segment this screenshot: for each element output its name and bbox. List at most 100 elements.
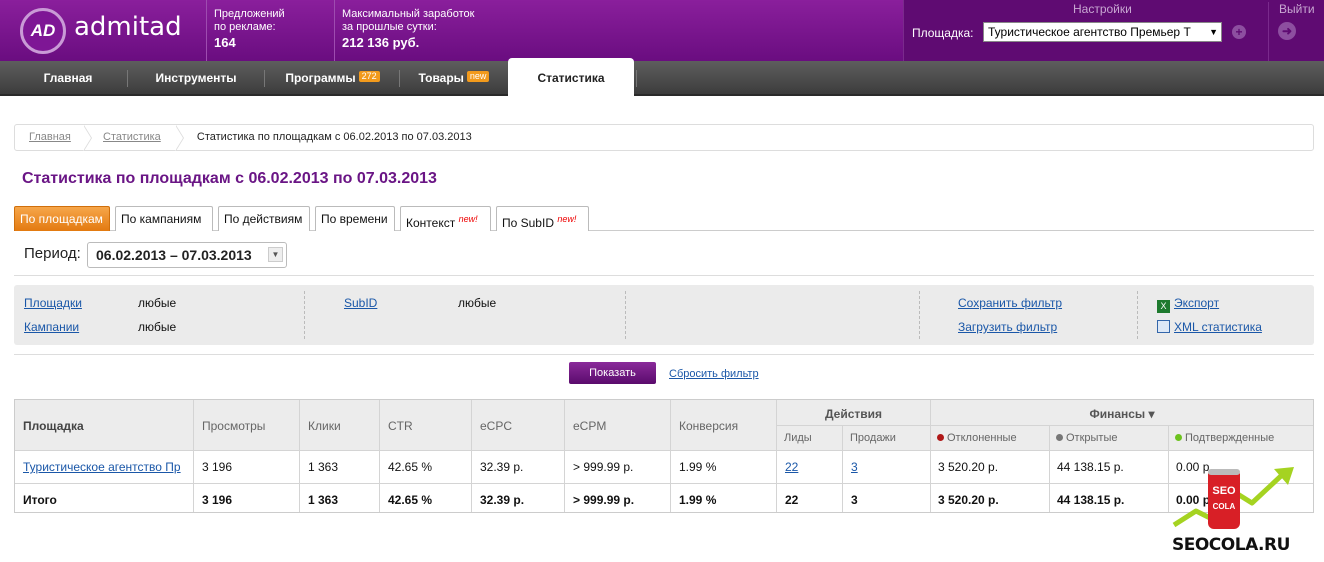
excel-icon: X xyxy=(1157,300,1170,313)
header-sales[interactable]: Продажи xyxy=(850,432,896,444)
nav-programs-label: Программы xyxy=(285,71,356,85)
export-link[interactable]: Экспорт xyxy=(1174,296,1219,310)
header-views[interactable]: Просмотры xyxy=(202,419,265,433)
filter-subid-link[interactable]: SubID xyxy=(344,296,377,310)
filter-divider xyxy=(304,291,305,339)
period-select[interactable]: 06.02.2013 – 07.03.2013 ▼ xyxy=(87,242,287,268)
tab-context[interactable]: Контекст new! xyxy=(400,206,491,231)
header-confirmed[interactable]: Подтвержденные xyxy=(1175,432,1274,444)
page-title: Статистика по площадкам с 06.02.2013 по … xyxy=(22,170,437,187)
can-text-cola: COLA xyxy=(1213,502,1236,511)
row-clicks: 1 363 xyxy=(308,460,339,474)
total-conversion: 1.99 % xyxy=(679,493,717,507)
header-clicks[interactable]: Клики xyxy=(308,419,341,433)
col-divider xyxy=(1168,425,1169,512)
chevron-down-icon[interactable]: ▼ xyxy=(268,247,283,262)
row-sales-link[interactable]: 3 xyxy=(851,460,858,474)
offers-label-2: по рекламе: xyxy=(214,21,276,33)
filter-panel: Площадки любые Кампании любые SubID любы… xyxy=(14,285,1314,345)
breadcrumb-home[interactable]: Главная xyxy=(29,131,71,143)
row-ecpm: > 999.99 р. xyxy=(573,460,634,474)
tab-subid-label: По SubID xyxy=(502,216,554,230)
tab-by-campaigns[interactable]: По кампаниям xyxy=(115,206,213,231)
tab-by-subid[interactable]: По SubID new! xyxy=(496,206,589,231)
save-filter-link[interactable]: Сохранить фильтр xyxy=(958,296,1062,310)
export-item[interactable]: X Экспорт xyxy=(1157,296,1219,313)
total-ecpc: 32.39 р. xyxy=(480,493,525,507)
col-divider xyxy=(299,400,300,512)
settings-link[interactable]: Настройки xyxy=(1073,2,1132,16)
row-platform-link[interactable]: Туристическое агентство Пр xyxy=(23,460,183,474)
period-value: 06.02.2013 – 07.03.2013 xyxy=(96,247,252,263)
nav-tools[interactable]: Инструменты xyxy=(128,61,264,96)
add-platform-icon[interactable]: + xyxy=(1232,25,1246,39)
earnings-label-2: за прошлые сутки: xyxy=(342,21,437,33)
nav-statistics-active[interactable]: Статистика xyxy=(508,58,634,96)
filter-campaigns-link[interactable]: Кампании xyxy=(24,320,79,334)
tab-by-time[interactable]: По времени xyxy=(315,206,395,231)
tab-by-actions[interactable]: По действиям xyxy=(218,206,310,231)
new-badge: new! xyxy=(557,214,577,224)
load-filter-link[interactable]: Загрузить фильтр xyxy=(958,320,1057,334)
row-leads-link[interactable]: 22 xyxy=(785,460,798,474)
header-divider xyxy=(776,425,1313,426)
col-divider xyxy=(379,400,380,512)
row-declined: 3 520.20 р. xyxy=(938,460,999,474)
divider xyxy=(14,354,1314,355)
filter-platforms-link[interactable]: Площадки xyxy=(24,296,82,310)
filter-divider xyxy=(919,291,920,339)
admitad-logo-icon[interactable]: AD xyxy=(20,8,66,54)
total-views: 3 196 xyxy=(202,493,233,507)
header-ecpm[interactable]: eCPM xyxy=(573,419,606,433)
open-dot-icon xyxy=(1056,434,1063,441)
reset-filter-link[interactable]: Сбросить фильтр xyxy=(669,368,759,380)
filter-subid-value: любые xyxy=(458,296,497,310)
confirmed-dot-icon xyxy=(1175,434,1182,441)
logout-link[interactable]: Выйти ➜ xyxy=(1268,2,1315,62)
show-button[interactable]: Показать xyxy=(569,362,656,384)
breadcrumb-home-link[interactable]: Главная xyxy=(29,131,71,143)
header-conversion[interactable]: Конверсия xyxy=(679,419,738,433)
total-ecpm: > 999.99 р. xyxy=(573,493,635,507)
header-open[interactable]: Открытые xyxy=(1056,432,1118,444)
filter-campaigns-value: любые xyxy=(138,320,177,334)
logout-arrow-icon[interactable]: ➜ xyxy=(1278,22,1296,40)
col-divider xyxy=(193,400,194,512)
top-header: AD admitad Предложений по рекламе: 164 М… xyxy=(0,0,1324,62)
platform-select-value: Туристическое агентство Премьер Т xyxy=(988,25,1191,39)
offers-value: 164 xyxy=(214,35,236,50)
breadcrumb-statistics[interactable]: Статистика xyxy=(103,131,161,143)
header-ctr[interactable]: CTR xyxy=(388,419,413,433)
col-divider xyxy=(564,400,565,512)
total-leads: 22 xyxy=(785,493,799,507)
chevron-down-icon: ▼ xyxy=(1209,27,1218,37)
row-divider xyxy=(15,450,1313,451)
header-leads[interactable]: Лиды xyxy=(784,432,812,444)
declined-dot-icon xyxy=(937,434,944,441)
breadcrumb-statistics-link[interactable]: Статистика xyxy=(103,131,161,143)
filter-divider xyxy=(1137,291,1138,339)
nav-goods[interactable]: Товары new xyxy=(400,61,508,96)
nav-goods-label: Товары xyxy=(418,71,464,85)
breadcrumb-separator xyxy=(82,125,94,151)
earnings-info: Максимальный заработок за прошлые сутки:… xyxy=(334,0,494,61)
xml-stats-link[interactable]: XML статистика xyxy=(1174,320,1262,334)
programs-count-badge: 272 xyxy=(358,71,380,82)
platform-select[interactable]: Туристическое агентство Премьер Т ▼ xyxy=(983,22,1222,42)
earnings-label-1: Максимальный заработок xyxy=(342,8,475,20)
nav-home[interactable]: Главная xyxy=(8,61,128,96)
row-ctr: 42.65 % xyxy=(388,460,433,474)
header-finance[interactable]: Финансы ▾ xyxy=(931,407,1313,421)
tab-by-platforms[interactable]: По площадкам xyxy=(14,206,110,231)
can-text-seo: SEO xyxy=(1212,485,1236,497)
xml-item[interactable]: XML статистика xyxy=(1157,320,1262,334)
filter-platforms-value: любые xyxy=(138,296,177,310)
header-declined[interactable]: Отклоненные xyxy=(937,432,1017,444)
header-ecpc[interactable]: eCPC xyxy=(480,419,512,433)
brand-name[interactable]: admitad xyxy=(74,12,182,42)
nav-programs[interactable]: Программы 272 xyxy=(265,61,400,96)
breadcrumb-current: Статистика по площадкам с 06.02.2013 по … xyxy=(196,131,472,143)
total-ctr: 42.65 % xyxy=(388,493,433,507)
stats-tabs: По площадкам По кампаниям По действиям П… xyxy=(14,206,1314,231)
header-platform[interactable]: Площадка xyxy=(23,419,84,433)
